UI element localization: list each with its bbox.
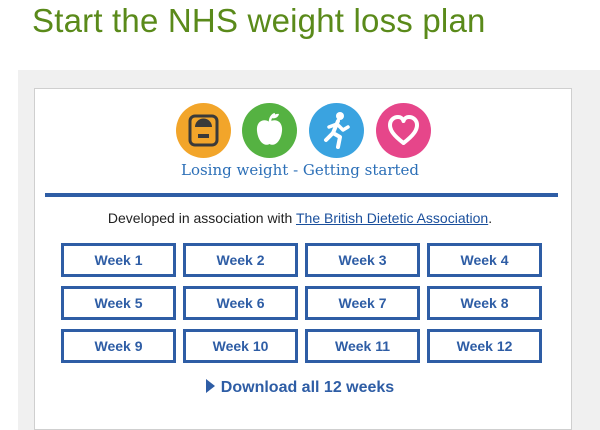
week-11-button[interactable]: Week 11 bbox=[305, 329, 420, 363]
week-6-button[interactable]: Week 6 bbox=[183, 286, 298, 320]
download-label: Download all 12 weeks bbox=[220, 379, 395, 396]
week-12-button[interactable]: Week 12 bbox=[427, 329, 542, 363]
heart-icon bbox=[376, 103, 431, 158]
week-9-button[interactable]: Week 9 bbox=[61, 329, 176, 363]
association-suffix: . bbox=[488, 210, 493, 226]
scales-icon bbox=[176, 103, 231, 158]
week-10-button[interactable]: Week 10 bbox=[183, 329, 298, 363]
association-text: Developed in association with The Britis… bbox=[0, 210, 600, 226]
week-1-button[interactable]: Week 1 bbox=[61, 243, 176, 277]
runner-icon bbox=[309, 103, 364, 158]
bda-link[interactable]: The British Dietetic Association bbox=[296, 210, 488, 226]
week-3-button[interactable]: Week 3 bbox=[305, 243, 420, 277]
apple-icon bbox=[242, 103, 297, 158]
week-2-button[interactable]: Week 2 bbox=[183, 243, 298, 277]
download-all-link[interactable]: Download all 12 weeks bbox=[0, 379, 600, 397]
week-4-button[interactable]: Week 4 bbox=[427, 243, 542, 277]
tagline: Losing weight - Getting started bbox=[180, 161, 419, 179]
page-title: Start the NHS weight loss plan bbox=[32, 2, 486, 39]
week-5-button[interactable]: Week 5 bbox=[61, 286, 176, 320]
divider bbox=[45, 193, 558, 197]
play-arrow-icon bbox=[205, 379, 215, 393]
week-8-button[interactable]: Week 8 bbox=[427, 286, 542, 320]
association-prefix: Developed in association with bbox=[107, 210, 296, 226]
week-7-button[interactable]: Week 7 bbox=[305, 286, 420, 320]
